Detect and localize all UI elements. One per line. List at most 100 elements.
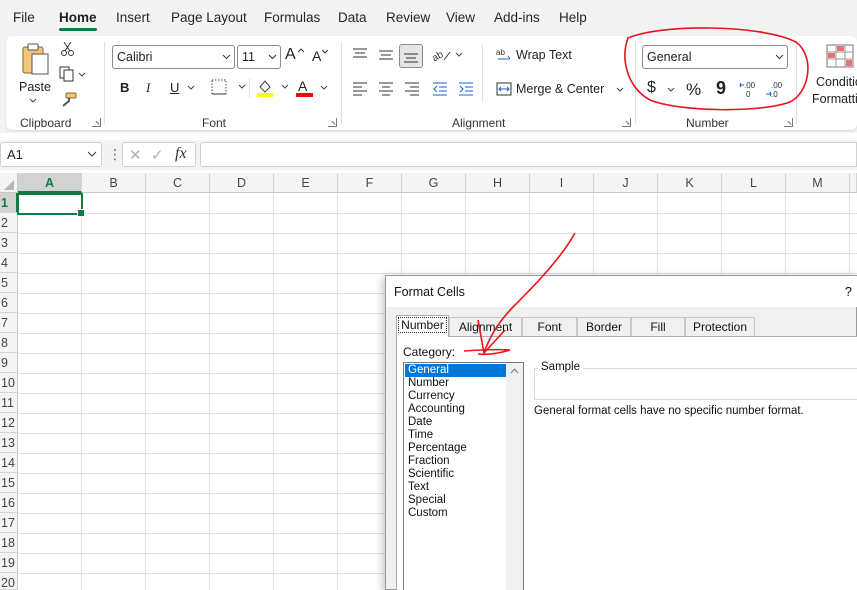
italic-button[interactable]: I <box>146 80 150 96</box>
paste-button[interactable]: Paste <box>14 40 54 108</box>
category-item-special[interactable]: Special <box>405 494 507 507</box>
row-header-19[interactable]: 19 <box>0 553 18 573</box>
category-item-number[interactable]: Number <box>405 377 507 390</box>
column-header-d[interactable]: D <box>210 173 274 193</box>
column-header-n[interactable] <box>850 173 857 193</box>
help-button[interactable]: ? <box>845 284 852 299</box>
tab-border[interactable]: Border <box>577 317 631 336</box>
tab-font[interactable]: Font <box>522 317 577 336</box>
insert-function-icon[interactable]: fx <box>175 145 187 163</box>
column-header-b[interactable]: B <box>82 173 146 193</box>
column-header-l[interactable]: L <box>722 173 786 193</box>
row-header-2[interactable]: 2 <box>0 213 18 233</box>
row-header-11[interactable]: 11 <box>0 393 18 413</box>
row-header-7[interactable]: 7 <box>0 313 18 333</box>
tab-home[interactable]: Home <box>59 10 97 31</box>
orientation-icon[interactable]: ab <box>432 46 464 64</box>
row-header-5[interactable]: 5 <box>0 273 18 293</box>
row-header-8[interactable]: 8 <box>0 333 18 353</box>
cut-icon[interactable] <box>60 41 76 57</box>
underline-button[interactable]: U <box>170 80 200 98</box>
accounting-format-button[interactable]: $ <box>647 79 677 99</box>
tab-formulas[interactable]: Formulas <box>264 10 320 25</box>
align-left-icon[interactable] <box>352 82 368 96</box>
tab-help[interactable]: Help <box>559 10 587 25</box>
tab-number[interactable]: Number <box>396 315 449 337</box>
row-header-13[interactable]: 13 <box>0 433 18 453</box>
number-dialog-launcher[interactable] <box>784 118 793 127</box>
fill-color-icon[interactable] <box>256 78 292 98</box>
row-header-4[interactable]: 4 <box>0 253 18 273</box>
align-right-icon[interactable] <box>404 82 420 96</box>
font-name-select[interactable]: Calibri <box>112 45 235 69</box>
category-item-scientific[interactable]: Scientific <box>405 468 507 481</box>
cancel-icon[interactable]: ✕ <box>129 146 142 164</box>
column-header-j[interactable]: J <box>594 173 658 193</box>
row-header-15[interactable]: 15 <box>0 473 18 493</box>
align-center-icon[interactable] <box>378 82 394 96</box>
enter-icon[interactable]: ✓ <box>151 146 164 164</box>
increase-indent-icon[interactable] <box>458 82 474 96</box>
align-top-icon[interactable] <box>352 48 368 62</box>
row-header-14[interactable]: 14 <box>0 453 18 473</box>
decrease-indent-icon[interactable] <box>432 82 448 96</box>
row-header-12[interactable]: 12 <box>0 413 18 433</box>
shrink-font-button[interactable]: A <box>312 48 330 66</box>
borders-icon[interactable] <box>211 79 247 95</box>
column-header-m[interactable]: M <box>786 173 850 193</box>
tab-protection[interactable]: Protection <box>685 317 755 336</box>
row-header-9[interactable]: 9 <box>0 353 18 373</box>
select-all-corner[interactable] <box>0 173 18 193</box>
tab-alignment[interactable]: Alignment <box>449 317 522 336</box>
grow-font-button[interactable]: A <box>285 46 305 66</box>
number-format-select[interactable]: General <box>642 45 788 69</box>
active-cell-a1[interactable] <box>17 193 85 217</box>
tab-add-ins[interactable]: Add-ins <box>494 10 540 25</box>
merge-center-button[interactable]: Merge & Center <box>496 80 626 100</box>
category-item-currency[interactable]: Currency <box>405 390 507 403</box>
tab-fill[interactable]: Fill <box>631 317 685 336</box>
font-color-button[interactable]: A <box>296 78 332 98</box>
align-middle-icon[interactable] <box>378 48 394 62</box>
bold-button[interactable]: B <box>120 80 129 95</box>
row-header-6[interactable]: 6 <box>0 293 18 313</box>
row-header-3[interactable]: 3 <box>0 233 18 253</box>
category-list[interactable]: General Number Currency Accounting Date … <box>403 362 524 590</box>
tab-review[interactable]: Review <box>386 10 430 25</box>
category-item-fraction[interactable]: Fraction <box>405 455 507 468</box>
category-item-custom[interactable]: Custom <box>405 507 507 520</box>
category-item-time[interactable]: Time <box>405 429 507 442</box>
column-header-a[interactable]: A <box>18 173 82 193</box>
category-item-percentage[interactable]: Percentage <box>405 442 507 455</box>
dialog-titlebar[interactable]: Format Cells ? <box>386 276 857 307</box>
row-header-1[interactable]: 1 <box>0 193 18 213</box>
row-header-17[interactable]: 17 <box>0 513 18 533</box>
category-item-text[interactable]: Text <box>405 481 507 494</box>
category-item-date[interactable]: Date <box>405 416 507 429</box>
name-box[interactable]: A1 <box>0 142 102 167</box>
tab-file[interactable]: File <box>13 10 35 25</box>
clipboard-dialog-launcher[interactable] <box>92 118 101 127</box>
comma-style-button[interactable]: 9 <box>716 78 726 99</box>
row-header-10[interactable]: 10 <box>0 373 18 393</box>
wrap-text-button[interactable]: ab Wrap Text <box>496 46 586 66</box>
row-header-20[interactable]: 20 <box>0 573 18 590</box>
alignment-dialog-launcher[interactable] <box>622 118 631 127</box>
category-scrollbar[interactable] <box>506 363 523 590</box>
formula-input[interactable] <box>200 142 857 167</box>
column-header-i[interactable]: I <box>530 173 594 193</box>
column-header-k[interactable]: K <box>658 173 722 193</box>
category-item-accounting[interactable]: Accounting <box>405 403 507 416</box>
column-header-f[interactable]: F <box>338 173 402 193</box>
row-header-18[interactable]: 18 <box>0 533 18 553</box>
percent-style-button[interactable]: % <box>686 80 701 100</box>
align-bottom-button[interactable] <box>399 44 423 68</box>
column-header-e[interactable]: E <box>274 173 338 193</box>
column-header-g[interactable]: G <box>402 173 466 193</box>
tab-data[interactable]: Data <box>338 10 367 25</box>
scroll-up-icon[interactable] <box>510 368 519 374</box>
column-header-h[interactable]: H <box>466 173 530 193</box>
copy-icon[interactable] <box>59 66 85 82</box>
more-options-icon[interactable]: ⋮ <box>108 146 122 163</box>
increase-decimal-icon[interactable]: .00 0 <box>739 79 759 99</box>
